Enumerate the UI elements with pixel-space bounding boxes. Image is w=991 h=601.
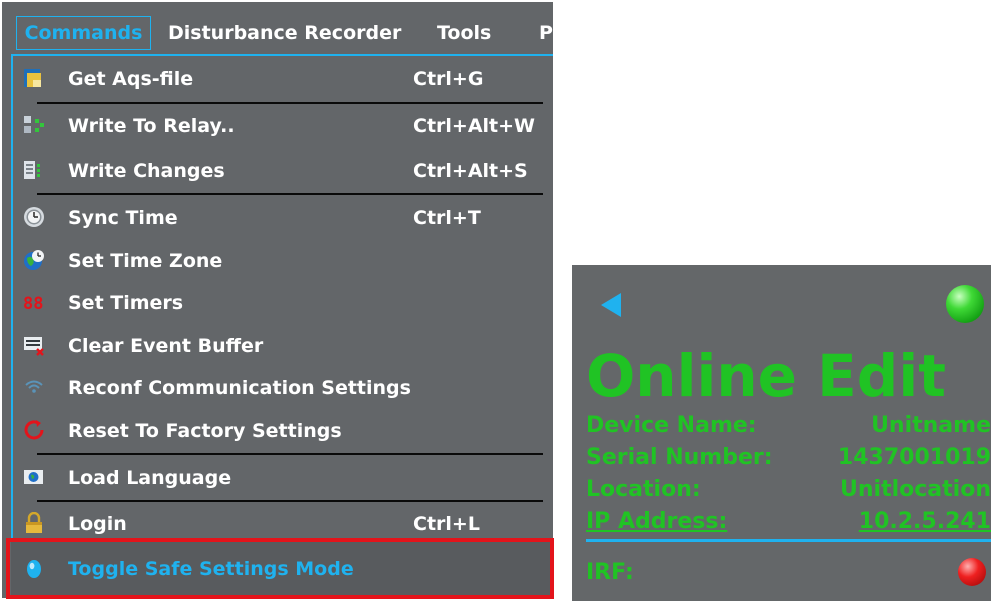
info-label: Serial Number: <box>586 445 773 470</box>
menu-item-label: Toggle Safe Settings Mode <box>68 558 354 580</box>
menu-item-toggle-safe-settings[interactable]: Toggle Safe Settings Mode <box>11 541 553 598</box>
info-value: Unitlocation <box>840 477 991 502</box>
menu-item-shortcut: Ctrl+T <box>413 207 481 229</box>
menu-separator <box>37 453 543 455</box>
info-row-location: Location: Unitlocation <box>586 474 991 506</box>
menu-item-set-time-zone[interactable]: Set Time Zone <box>13 241 553 281</box>
menu-separator <box>37 500 543 502</box>
info-label: IP Address: <box>586 509 728 534</box>
menu-item-label: Set Time Zone <box>68 250 223 272</box>
menu-item-label: Write Changes <box>68 160 225 182</box>
info-row-irf: IRF: <box>586 557 991 589</box>
menu-item-load-language[interactable]: Load Language <box>13 458 553 498</box>
menu-commands[interactable]: Commands <box>16 16 151 50</box>
menu-item-shortcut: Ctrl+G <box>413 68 484 90</box>
menu-item-shortcut: Ctrl+L <box>413 513 480 535</box>
menu-item-label: Reconf Communication Settings <box>68 377 411 399</box>
language-icon <box>24 470 43 484</box>
info-label: Location: <box>586 477 701 502</box>
menu-item-write-changes[interactable]: Write Changes Ctrl+Alt+S <box>13 151 553 191</box>
menu-bar: Commands Disturbance Recorder Tools P <box>2 2 553 57</box>
menu-item-reset-factory[interactable]: Reset To Factory Settings <box>13 411 553 451</box>
irf-label: IRF: <box>586 560 634 585</box>
lock-icon <box>26 512 42 533</box>
menu-item-write-to-relay[interactable]: Write To Relay.. Ctrl+Alt+W <box>13 106 553 146</box>
online-edit-status-panel: Online Edit Device Name: Unitname Serial… <box>572 265 991 601</box>
info-value: 10.2.5.241 <box>858 509 991 534</box>
info-row-ip-address: IP Address: 10.2.5.241 <box>586 506 991 538</box>
menu-item-sync-time[interactable]: Sync Time Ctrl+T <box>13 198 553 238</box>
globe-clock-icon <box>24 250 44 270</box>
info-row-serial-number: Serial Number: 1437001019 <box>586 442 991 474</box>
menu-item-get-aqs-file[interactable]: Get Aqs-file Ctrl+G <box>13 59 553 99</box>
wifi-icon <box>25 380 43 393</box>
svg-text:88: 88 <box>23 294 43 313</box>
status-divider <box>586 539 991 542</box>
menu-item-label: Load Language <box>68 467 232 489</box>
back-arrow-icon[interactable] <box>599 292 623 318</box>
write-changes-icon <box>24 161 40 179</box>
menu-item-label: Set Timers <box>68 292 184 314</box>
menu-item-shortcut: Ctrl+Alt+W <box>413 115 536 137</box>
get-aqs-file-icon <box>24 69 41 87</box>
info-row-device-name: Device Name: Unitname <box>586 410 991 442</box>
menu-truncated[interactable]: P <box>539 16 553 50</box>
clock-icon <box>24 207 44 227</box>
menu-item-label: Reset To Factory Settings <box>68 420 342 442</box>
menu-item-label: Clear Event Buffer <box>68 335 264 357</box>
irf-led-red-icon <box>958 558 986 586</box>
info-value: 1437001019 <box>837 445 991 470</box>
reset-icon <box>24 420 44 440</box>
menu-item-shortcut: Ctrl+Alt+S <box>413 160 528 182</box>
info-label: Device Name: <box>586 413 757 438</box>
menu-item-label: Get Aqs-file <box>68 68 194 90</box>
drop-icon <box>27 560 41 578</box>
timer-digits-icon: 88 <box>23 294 43 313</box>
menu-item-label: Login <box>68 513 127 535</box>
menu-item-set-timers[interactable]: 88 Set Timers <box>13 283 553 323</box>
menu-separator <box>37 102 543 104</box>
clear-buffer-icon <box>24 337 44 356</box>
menu-item-clear-event-buffer[interactable]: Clear Event Buffer <box>13 326 553 366</box>
menu-item-label: Sync Time <box>68 207 178 229</box>
menu-item-label: Write To Relay.. <box>68 115 235 137</box>
commands-dropdown: Get Aqs-file Ctrl+G Write To Relay.. Ctr… <box>11 54 553 598</box>
menu-item-reconf-communication[interactable]: Reconf Communication Settings <box>13 368 553 408</box>
status-title: Online Edit <box>586 342 946 410</box>
write-to-relay-icon <box>24 116 44 133</box>
info-value: Unitname <box>871 413 991 438</box>
menu-disturbance-recorder[interactable]: Disturbance Recorder <box>168 16 401 50</box>
menu-tools[interactable]: Tools <box>437 16 491 50</box>
menu-item-login[interactable]: Login Ctrl+L <box>13 504 553 544</box>
commands-menu-panel: Commands Disturbance Recorder Tools P Ge… <box>2 2 554 599</box>
status-led-green-icon <box>946 285 984 323</box>
menu-separator <box>37 193 543 195</box>
